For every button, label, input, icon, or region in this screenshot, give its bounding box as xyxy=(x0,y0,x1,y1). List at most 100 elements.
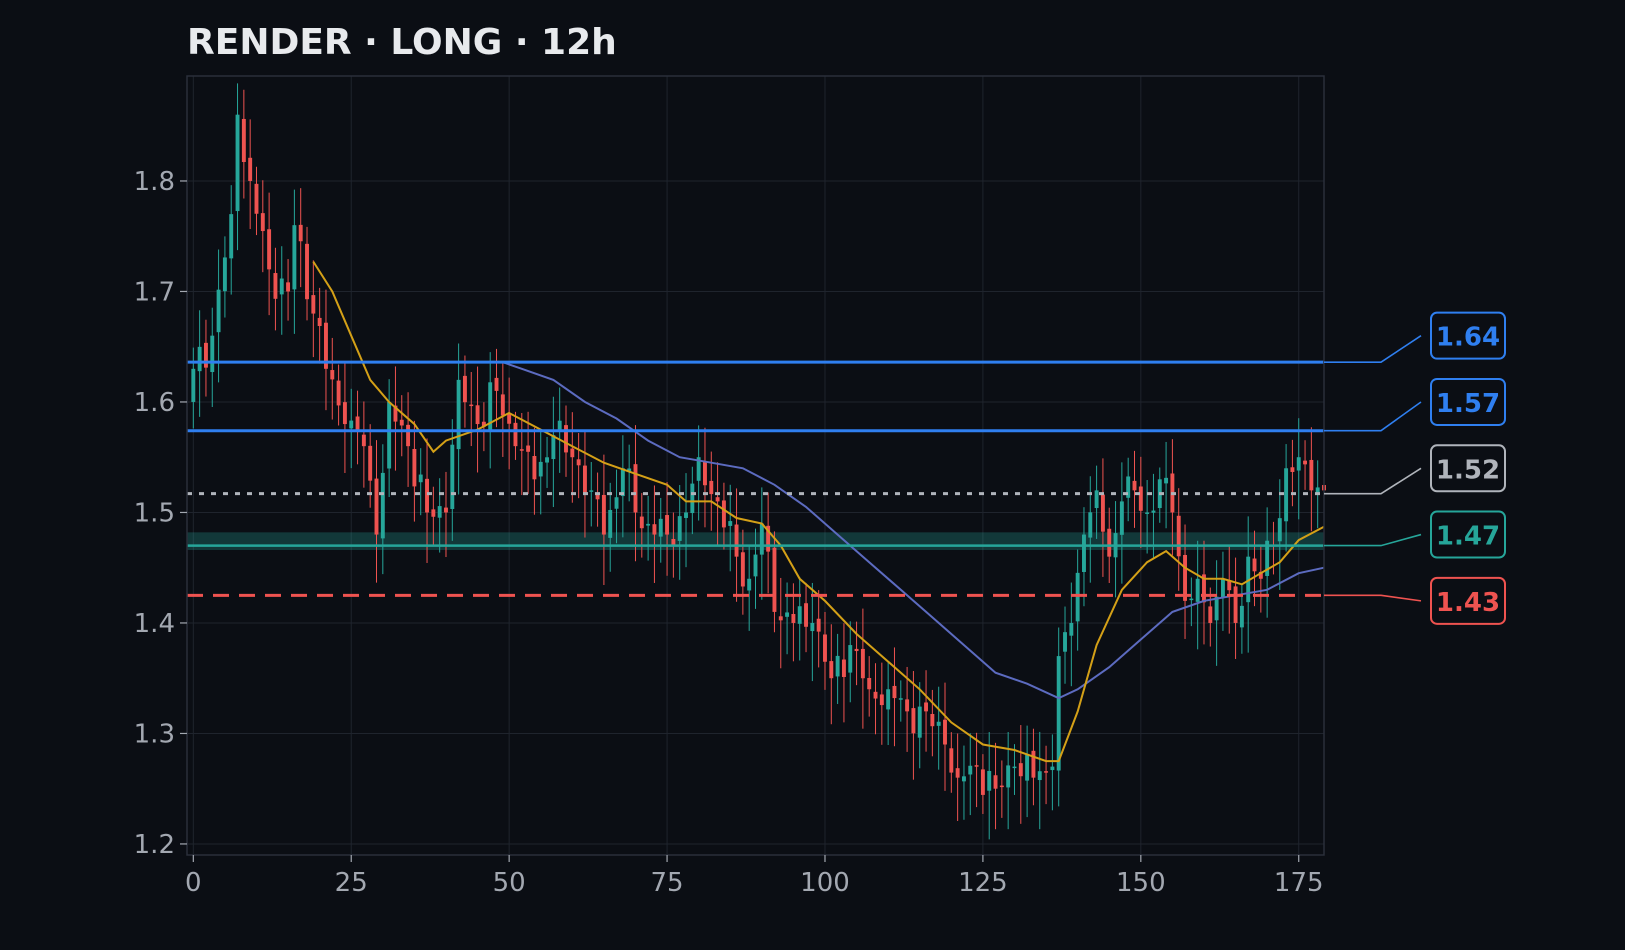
candle-body xyxy=(305,243,309,300)
candle-body xyxy=(987,770,992,791)
candle-body xyxy=(759,523,764,555)
candle-body xyxy=(1031,750,1036,778)
candle-body xyxy=(241,118,246,162)
x-tick-label: 25 xyxy=(335,868,368,898)
candle-body xyxy=(1176,515,1181,557)
candle-body xyxy=(330,370,335,380)
candle-body xyxy=(589,490,594,492)
candle-body xyxy=(1309,459,1314,491)
candle-body xyxy=(1277,518,1282,542)
level-label-text: 1.47 xyxy=(1436,522,1500,552)
candle-body xyxy=(823,634,827,662)
candle-body xyxy=(203,342,208,368)
candle-body xyxy=(418,474,423,483)
x-tick-label: 75 xyxy=(651,868,684,898)
candle-body xyxy=(1088,512,1093,538)
candle-body xyxy=(892,685,897,699)
candle-body xyxy=(267,229,272,270)
candle-body xyxy=(949,748,954,773)
candle-body xyxy=(582,465,587,494)
candle-body xyxy=(1233,586,1238,623)
candle-body xyxy=(930,713,935,727)
candle-body xyxy=(614,497,619,509)
candle-body xyxy=(526,445,531,452)
candle-body xyxy=(431,509,436,517)
candle-body xyxy=(810,622,815,632)
candle-body xyxy=(740,552,745,587)
candle-body xyxy=(1006,765,1011,788)
candle-body xyxy=(1075,572,1080,622)
candle-body xyxy=(216,289,221,333)
x-tick-label: 100 xyxy=(800,868,850,898)
candle-body xyxy=(197,346,202,372)
candle-body xyxy=(450,444,455,509)
candle-body xyxy=(772,547,777,612)
level-label-text: 1.52 xyxy=(1436,455,1500,485)
candle-body xyxy=(576,459,581,466)
candle-body xyxy=(715,497,720,502)
candle-body xyxy=(1094,490,1099,509)
candle-body xyxy=(1208,606,1213,623)
candle-body xyxy=(905,699,910,712)
candle-body xyxy=(860,648,865,679)
candle-body xyxy=(639,516,644,529)
candle-body xyxy=(709,480,714,495)
candle-body xyxy=(311,295,316,314)
candle-body xyxy=(816,618,821,632)
candle-body xyxy=(475,405,480,425)
candle-body xyxy=(968,765,973,775)
candle-body xyxy=(961,776,966,782)
candle-body xyxy=(797,606,802,624)
candle-body xyxy=(658,518,663,537)
candle-body xyxy=(380,472,385,539)
candle-body xyxy=(1145,512,1150,514)
candle-body xyxy=(456,379,461,450)
candle-body xyxy=(1012,766,1017,769)
y-tick-label: 1.5 xyxy=(134,498,175,528)
candle-body xyxy=(671,538,676,545)
candlestick-chart: RENDER · LONG · 12h 0 25 50 75 100 125 150 175 1… xyxy=(0,0,1625,950)
candle-body xyxy=(646,523,651,526)
candle-body xyxy=(1063,632,1067,652)
candle-body xyxy=(462,375,467,403)
candle-body xyxy=(248,157,253,181)
chart-title: RENDER · LONG · 12h xyxy=(187,22,617,63)
candle-body xyxy=(1195,578,1200,602)
candle-body xyxy=(873,691,878,699)
x-tick-label: 150 xyxy=(1116,868,1166,898)
candle-body xyxy=(1189,598,1194,601)
candle-body xyxy=(943,719,947,745)
candle-body xyxy=(608,509,613,538)
candle-body xyxy=(494,377,499,391)
candle-body xyxy=(652,524,657,535)
candle-body xyxy=(1227,580,1232,591)
candle-body xyxy=(1138,486,1143,511)
candle-body xyxy=(500,394,505,416)
x-tick-label: 0 xyxy=(185,868,202,898)
candle-body xyxy=(399,419,404,426)
candle-body xyxy=(545,457,550,463)
candle-body xyxy=(374,478,379,535)
candle-body xyxy=(229,214,234,259)
candle-body xyxy=(279,278,284,295)
candle-body xyxy=(260,213,265,232)
candle-body xyxy=(1164,477,1169,484)
candle-body xyxy=(286,282,291,292)
candle-body xyxy=(665,515,670,535)
candle-body xyxy=(532,456,537,480)
candle-body xyxy=(469,404,474,407)
candle-body xyxy=(1132,480,1137,491)
y-tick-label: 1.7 xyxy=(134,277,175,307)
candle-body xyxy=(804,603,808,627)
candle-body xyxy=(317,317,322,327)
candle-body xyxy=(349,420,354,429)
candle-body xyxy=(703,461,707,486)
y-tick-label: 1.2 xyxy=(134,830,175,860)
candle-body xyxy=(254,183,259,214)
candle-body xyxy=(848,645,853,673)
candle-body xyxy=(620,468,625,497)
candle-body xyxy=(993,775,998,789)
candle-body xyxy=(728,521,733,526)
y-tick-label: 1.3 xyxy=(134,719,175,749)
candle-body xyxy=(911,708,916,734)
